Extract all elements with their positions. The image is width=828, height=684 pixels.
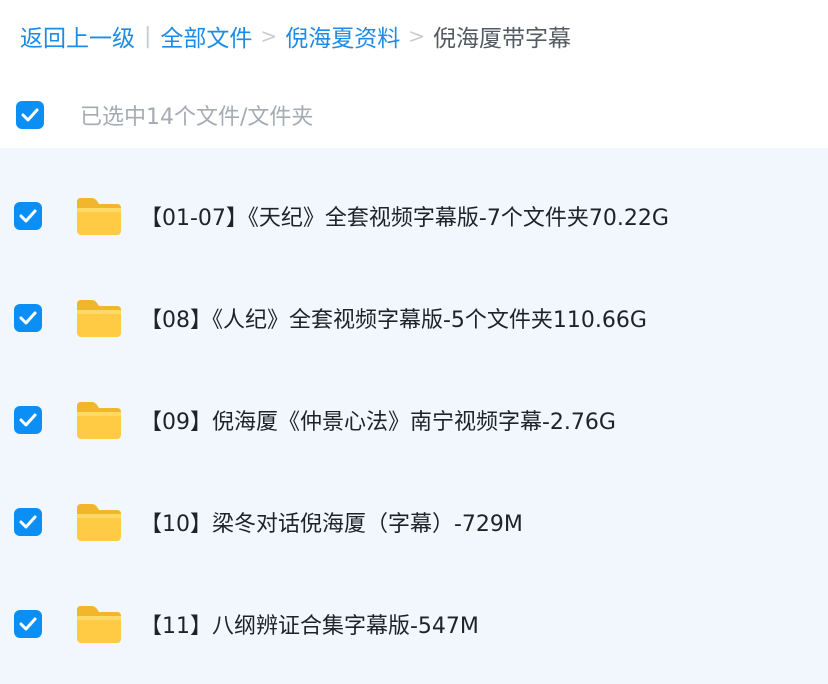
folder-icon	[77, 402, 121, 439]
file-name[interactable]: 【01-07】《天纪》全套视频字幕版-7个文件夹70.22G	[140, 200, 669, 232]
list-item[interactable]: 【09】倪海厦《仲景心法》南宁视频字幕-2.76G	[0, 380, 828, 460]
file-name[interactable]: 【10】梁冬对话倪海厦（字幕）-729M	[140, 506, 523, 538]
list-item[interactable]: 【11】八纲辨证合集字幕版-547M	[0, 584, 828, 664]
list-item[interactable]: 【08】《人纪》全套视频字幕版-5个文件夹110.66G	[0, 278, 828, 358]
checkbox-checked-icon	[21, 108, 39, 122]
row-checkbox[interactable]	[14, 610, 42, 638]
file-name[interactable]: 【09】倪海厦《仲景心法》南宁视频字幕-2.76G	[140, 404, 616, 436]
checkbox-checked-icon	[19, 413, 37, 427]
list-item[interactable]: 【01-07】《天纪》全套视频字幕版-7个文件夹70.22G	[0, 176, 828, 256]
checkbox-checked-icon	[19, 209, 37, 223]
breadcrumb-divider: |	[144, 23, 152, 49]
folder-icon	[77, 606, 121, 643]
checkbox-checked-icon	[19, 311, 37, 325]
checkbox-checked-icon	[19, 617, 37, 631]
breadcrumb-parent-folder[interactable]: 倪海夏资料	[285, 19, 400, 53]
row-checkbox[interactable]	[14, 202, 42, 230]
folder-icon	[77, 198, 121, 235]
file-list: 【01-07】《天纪》全套视频字幕版-7个文件夹70.22G 【08】《人纪》全…	[0, 148, 828, 684]
folder-icon	[77, 504, 121, 541]
breadcrumb-all-files[interactable]: 全部文件	[160, 19, 252, 53]
select-all-checkbox[interactable]	[16, 101, 44, 129]
list-item[interactable]: 【10】梁冬对话倪海厦（字幕）-729M	[0, 482, 828, 562]
row-checkbox[interactable]	[14, 508, 42, 536]
selection-bar: 已选中14个文件/文件夹	[16, 96, 313, 134]
breadcrumb-current-folder: 倪海厦带字幕	[432, 26, 571, 52]
row-checkbox[interactable]	[14, 304, 42, 332]
breadcrumb-separator: >	[408, 24, 425, 48]
checkbox-checked-icon	[19, 515, 37, 529]
file-name[interactable]: 【11】八纲辨证合集字幕版-547M	[140, 608, 479, 640]
folder-icon	[77, 300, 121, 337]
back-link[interactable]: 返回上一级	[20, 19, 135, 53]
selection-count: 已选中14个文件/文件夹	[80, 105, 314, 130]
breadcrumb: 返回上一级 | 全部文件 > 倪海夏资料 > 倪海厦带字幕	[20, 16, 571, 56]
row-checkbox[interactable]	[14, 406, 42, 434]
file-name[interactable]: 【08】《人纪》全套视频字幕版-5个文件夹110.66G	[140, 302, 647, 334]
breadcrumb-separator: >	[260, 24, 278, 48]
